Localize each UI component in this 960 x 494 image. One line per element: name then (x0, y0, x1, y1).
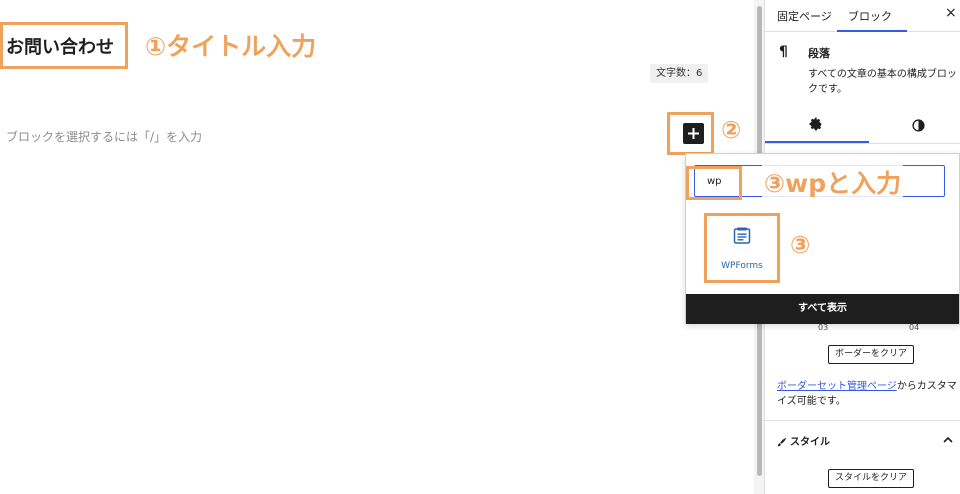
active-settings-tab-indicator (765, 141, 869, 143)
border-clear-button[interactable]: ボーダーをクリア (828, 345, 915, 364)
wpforms-icon (733, 227, 751, 249)
pilcrow-icon: ¶ (779, 44, 788, 60)
search-highlight-box (686, 166, 742, 200)
sidebar-tabs: 固定ページ ブロック × (765, 0, 960, 32)
chevron-up-icon[interactable] (942, 431, 954, 450)
wpforms-label: WPForms (721, 261, 763, 271)
add-block-button[interactable] (683, 123, 704, 144)
contrast-icon[interactable] (912, 117, 925, 136)
close-icon[interactable]: × (945, 5, 957, 21)
annotation-search: ③wpと入力 (762, 164, 904, 200)
settings-tabs (765, 106, 960, 144)
brush-icon (777, 437, 787, 447)
style-clear-button[interactable]: スタイルをクリア (828, 469, 915, 488)
border-tick-04: 04 (909, 323, 920, 332)
block-name: 段落 (808, 47, 830, 60)
style-panel-header[interactable]: スタイル (777, 433, 830, 448)
editor-canvas: お問い合わせ ①タイトル入力 文字数：6 ブロックを選択するには「/」を入力 ② (0, 0, 754, 494)
block-inserter-popover: ③wpと入力 WPForms ③ すべて表示 (685, 153, 960, 324)
word-count-badge: 文字数：6 (650, 64, 709, 83)
annotation-title-input: ①タイトル入力 (145, 32, 317, 61)
block-description: すべての文章の基本の構成ブロックです。 (808, 69, 957, 95)
block-card: ¶ 段落 すべての文章の基本の構成ブロックです。 (765, 32, 960, 106)
border-note: ボーダーセット管理ページからカスタマイズ可能です。 (777, 379, 960, 409)
style-divider (765, 420, 960, 421)
wpforms-block-item[interactable]: WPForms (704, 213, 780, 283)
tab-block[interactable]: ブロック (848, 8, 892, 24)
post-title[interactable]: お問い合わせ (6, 33, 114, 59)
show-all-button[interactable]: すべて表示 (686, 294, 959, 324)
border-tick-03: 03 (818, 323, 829, 332)
plus-icon (688, 128, 699, 139)
gear-icon[interactable] (809, 116, 823, 135)
tab-page[interactable]: 固定ページ (777, 8, 832, 24)
border-set-link[interactable]: ボーダーセット管理ページ (777, 381, 897, 392)
style-header-label: スタイル (790, 437, 830, 448)
annotation-plus: ② (721, 116, 742, 144)
annotation-result: ③ (790, 231, 811, 259)
block-placeholder[interactable]: ブロックを選択するには「/」を入力 (6, 128, 202, 145)
